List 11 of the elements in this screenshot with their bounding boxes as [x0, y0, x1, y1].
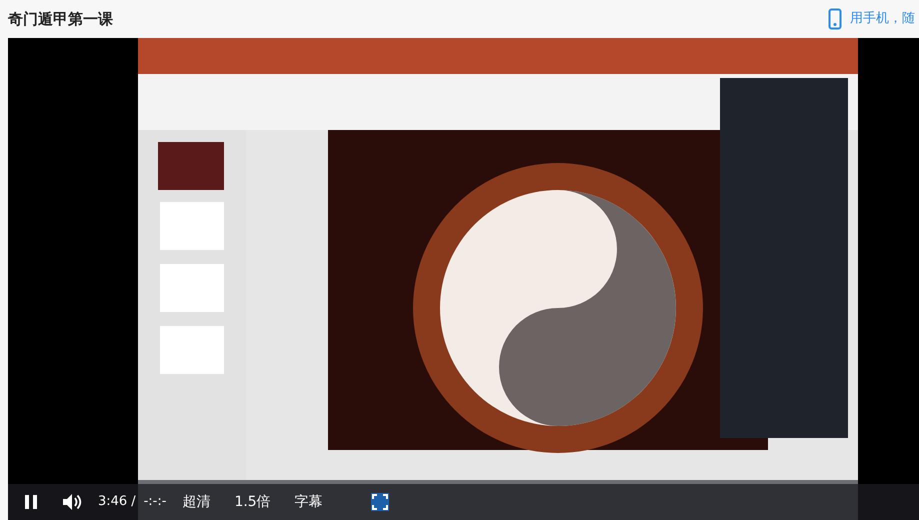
duration: -:-:- [144, 493, 166, 512]
subtitles-button[interactable]: 字幕 [294, 492, 323, 512]
time-separator: / [131, 493, 136, 512]
speed-button[interactable]: 1.5倍 [234, 492, 271, 512]
pause-icon[interactable] [24, 494, 38, 510]
current-time: 3:46 [98, 493, 128, 512]
quality-button[interactable]: 超清 [182, 492, 210, 512]
fullscreen-icon[interactable] [370, 493, 389, 511]
page-title: 奇门遁甲第一课 [8, 8, 113, 30]
phone-icon[interactable] [828, 8, 842, 30]
volume-icon[interactable] [62, 493, 82, 511]
